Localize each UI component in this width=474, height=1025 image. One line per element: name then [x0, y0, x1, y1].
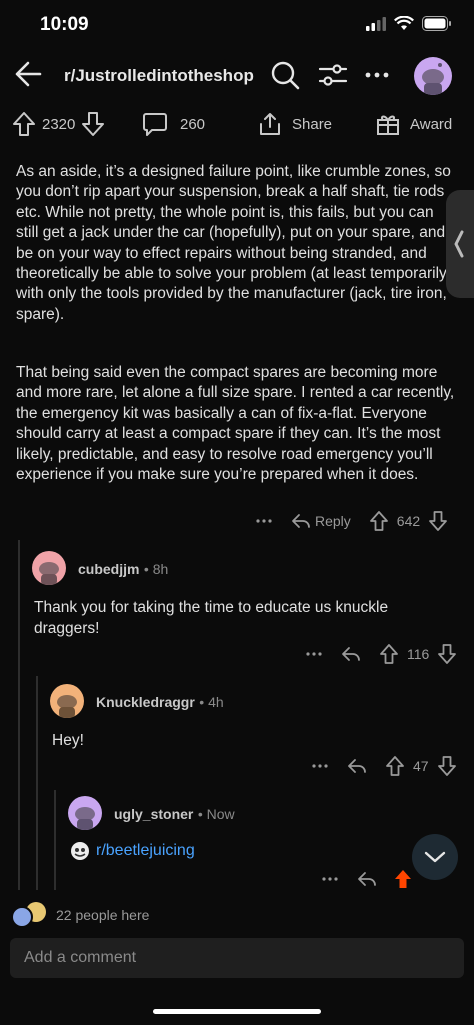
- upvote-icon[interactable]: [369, 510, 389, 532]
- username[interactable]: Knuckledraggr: [96, 694, 195, 710]
- reply-icon[interactable]: [341, 644, 361, 664]
- comment-paragraph-1: As an aside, it’s a designed failure poi…: [16, 163, 452, 323]
- comment-score: 116: [407, 646, 430, 662]
- comment-time: Now: [206, 806, 235, 822]
- reply-icon[interactable]: [291, 511, 311, 531]
- battery-icon: [422, 16, 451, 31]
- signal-icon: [366, 16, 386, 31]
- reply-label[interactable]: Reply: [315, 513, 351, 529]
- home-indicator: [153, 1009, 321, 1014]
- reply-icon[interactable]: [357, 869, 377, 889]
- subreddit-icon: [71, 842, 89, 860]
- downvote-icon[interactable]: [81, 111, 105, 137]
- downvote-icon[interactable]: [428, 510, 448, 532]
- chevron-down-icon: [424, 851, 446, 863]
- award-label: Award: [410, 115, 453, 133]
- more-horizontal-icon[interactable]: [255, 511, 273, 531]
- comment-score: 47: [413, 758, 429, 774]
- comment-header: Knuckledraggr • 4h: [96, 694, 224, 712]
- side-drawer-tab[interactable]: [446, 190, 474, 298]
- thread-line-level-1: [18, 540, 20, 890]
- status-icons: [366, 16, 452, 31]
- comment-actions: 116: [305, 642, 465, 666]
- comment-bubble-icon: [143, 113, 167, 136]
- snoo-avatar-icon: [57, 695, 77, 718]
- award-button[interactable]: Award: [376, 108, 452, 140]
- snoo-avatar-icon: [422, 63, 444, 95]
- post-vote-group: 2320: [12, 108, 105, 140]
- upvote-icon[interactable]: [385, 755, 405, 777]
- more-horizontal-icon[interactable]: [305, 644, 323, 664]
- wifi-icon: [394, 16, 414, 30]
- subreddit-title[interactable]: r/Justrolledintotheshop: [64, 66, 254, 86]
- avatar[interactable]: [32, 551, 66, 585]
- share-label: Share: [292, 115, 333, 133]
- comment-header: cubedjjm • 8h: [78, 561, 168, 579]
- post-score: 2320: [42, 115, 76, 133]
- back-arrow-icon: [15, 61, 42, 87]
- separator-dot: •: [143, 561, 153, 577]
- presence-avatars-icon: [11, 902, 46, 928]
- comment-header: ugly_stoner • Now: [114, 806, 235, 824]
- username[interactable]: ugly_stoner: [114, 806, 193, 822]
- thread-line-level-2: [36, 676, 38, 890]
- more-options-button[interactable]: [364, 60, 394, 90]
- comments-button[interactable]: 260: [142, 108, 205, 140]
- comment-time: 4h: [208, 694, 224, 710]
- comment-body: r/beetlejuicing: [70, 841, 195, 861]
- scroll-down-button[interactable]: [412, 834, 458, 880]
- chevron-left-icon: [454, 230, 464, 258]
- snoo-avatar-icon: [75, 807, 95, 830]
- downvote-icon[interactable]: [437, 643, 457, 665]
- avatar[interactable]: [68, 796, 102, 830]
- user-avatar[interactable]: [414, 57, 452, 95]
- people-here-count: 22 people here: [56, 907, 150, 923]
- add-comment-placeholder: Add a comment: [24, 949, 137, 966]
- filter-button[interactable]: [318, 60, 348, 90]
- comment-actions: 47: [311, 754, 465, 778]
- comment-body: Hey!: [52, 732, 84, 749]
- comment-paragraph-2: That being said even the compact spares …: [16, 364, 455, 484]
- upvote-icon[interactable]: [379, 643, 399, 665]
- back-button[interactable]: [14, 60, 42, 88]
- more-horizontal-icon: [365, 72, 389, 78]
- upvote-icon[interactable]: [12, 111, 36, 137]
- comment-score: 642: [396, 513, 421, 529]
- upvote-active-icon[interactable]: [393, 868, 413, 890]
- sort-sliders-icon: [318, 64, 348, 86]
- username[interactable]: cubedjjm: [78, 561, 139, 577]
- status-time: 10:09: [40, 14, 89, 35]
- downvote-icon[interactable]: [437, 755, 457, 777]
- reply-icon[interactable]: [347, 756, 367, 776]
- search-icon: [271, 61, 300, 90]
- comment-count: 260: [180, 115, 206, 133]
- post-action-row: 2320 260 Share Award: [0, 108, 474, 142]
- more-horizontal-icon[interactable]: [311, 756, 329, 776]
- separator-dot: •: [199, 694, 209, 710]
- subreddit-link[interactable]: r/beetlejuicing: [96, 842, 195, 860]
- share-button[interactable]: Share: [258, 108, 332, 140]
- avatar[interactable]: [50, 684, 84, 718]
- search-button[interactable]: [270, 60, 300, 90]
- snoo-avatar-icon: [39, 562, 59, 585]
- gift-award-icon: [377, 115, 399, 135]
- comment-time: 8h: [152, 561, 169, 577]
- comment-body: Thank you for taking the time to educate…: [34, 599, 389, 637]
- comment-actions: Reply 642: [255, 509, 465, 533]
- more-horizontal-icon[interactable]: [321, 869, 339, 889]
- thread-line-level-3: [54, 790, 56, 890]
- presence-avatars: [10, 900, 50, 930]
- separator-dot: •: [197, 806, 207, 822]
- share-icon: [260, 113, 280, 135]
